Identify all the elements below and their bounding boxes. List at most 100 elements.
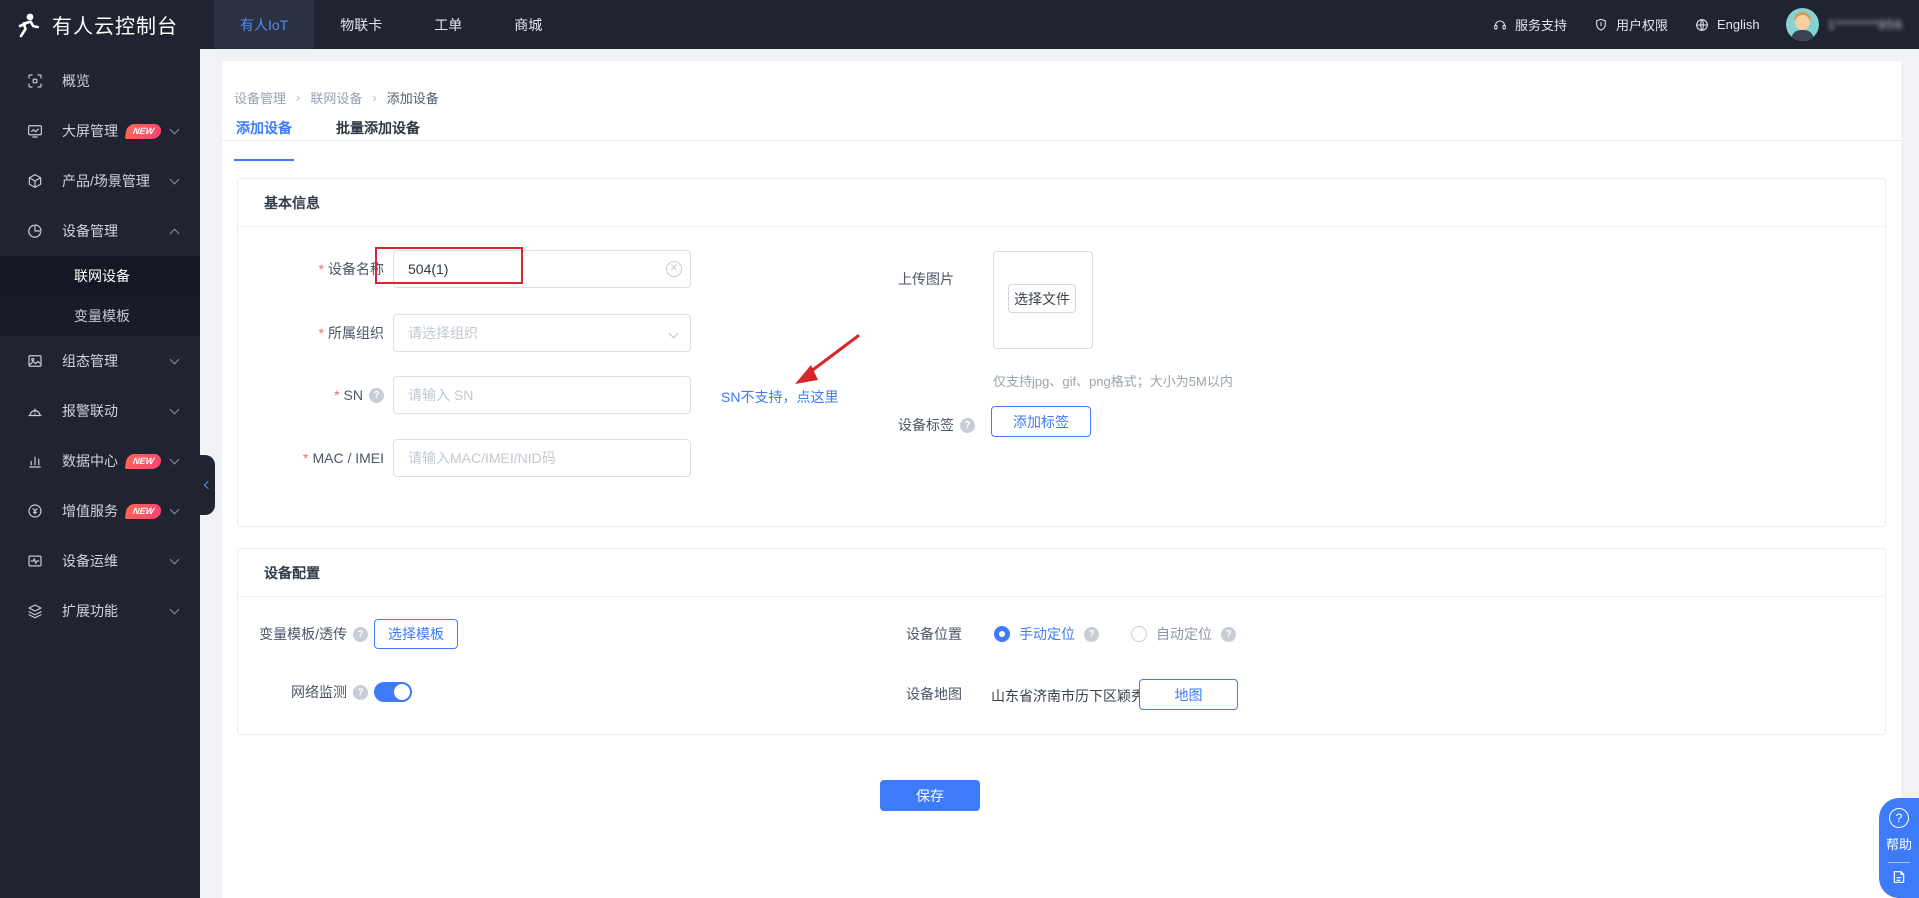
manual-location-help-icon[interactable] bbox=[1084, 626, 1099, 642]
device-map-address: 山东省济南市历下区颖秀路 bbox=[991, 688, 1159, 704]
sidebar-item-screen-mgmt[interactable]: 大屏管理 NEW bbox=[0, 106, 200, 156]
sidebar-item-product-mgmt[interactable]: 产品/场景管理 bbox=[0, 156, 200, 206]
logo[interactable]: 有人云控制台 bbox=[14, 0, 178, 49]
network-monitor-help-icon[interactable] bbox=[353, 684, 368, 700]
layers-icon bbox=[28, 604, 42, 619]
service-support[interactable]: 服务支持 bbox=[1492, 15, 1567, 34]
save-button[interactable]: 保存 bbox=[880, 780, 980, 811]
overview-icon bbox=[28, 74, 42, 88]
organization-label-text: 所属组织 bbox=[319, 323, 384, 343]
cube-icon bbox=[28, 174, 42, 188]
auto-location-help-icon[interactable] bbox=[1221, 626, 1236, 642]
sn-help-icon[interactable] bbox=[369, 387, 384, 403]
breadcrumb-separator: › bbox=[372, 90, 377, 105]
app-title: 有人云控制台 bbox=[52, 16, 178, 38]
sidebar-item-label: 产品/场景管理 bbox=[62, 173, 150, 189]
chevron-down-icon bbox=[169, 174, 180, 185]
account-phone[interactable]: 1*******956 bbox=[1828, 17, 1903, 32]
basic-info-card: 基本信息 设备名称 所属组织 请选择组织 SN SN不支持，点这里 MAC / … bbox=[237, 178, 1886, 527]
device-tag-help-icon[interactable] bbox=[960, 417, 975, 433]
choose-template-button[interactable]: 选择模板 bbox=[374, 619, 458, 649]
upload-image-label-text: 上传图片 bbox=[898, 271, 954, 287]
topnav-tab-ticket[interactable]: 工单 bbox=[408, 0, 488, 49]
sn-not-supported-link[interactable]: SN不支持，点这里 bbox=[721, 387, 838, 407]
auto-location-label[interactable]: 自动定位 bbox=[1156, 624, 1212, 644]
sn-input[interactable] bbox=[393, 376, 691, 414]
device-name-label: 设备名称 bbox=[238, 250, 384, 288]
device-tag-label: 设备标签 bbox=[898, 406, 976, 444]
topbar-right: 服务支持 用户权限 English 1*******956 bbox=[1492, 0, 1903, 49]
basic-info-title: 基本信息 bbox=[238, 179, 1885, 227]
value-added-icon bbox=[28, 504, 42, 518]
feedback-doc-icon[interactable] bbox=[1891, 869, 1907, 885]
sidebar-subitem-variable-templates[interactable]: 变量模板 bbox=[0, 296, 200, 336]
image-icon bbox=[28, 355, 42, 367]
sidebar-item-device-ops[interactable]: 设备运维 bbox=[0, 536, 200, 586]
sidebar-collapse-handle[interactable] bbox=[200, 455, 215, 515]
map-button[interactable]: 地图 bbox=[1139, 679, 1238, 710]
breadcrumb-separator: › bbox=[296, 90, 301, 105]
device-name-input[interactable] bbox=[393, 250, 691, 288]
variable-template-label: 变量模板/透传 bbox=[238, 619, 368, 649]
topnav-tab-iot[interactable]: 有人IoT bbox=[214, 0, 315, 49]
sidebar-item-label: 扩展功能 bbox=[62, 603, 118, 619]
manual-location-label[interactable]: 手动定位 bbox=[1019, 624, 1075, 644]
location-radio-group: 手动定位 自动定位 bbox=[994, 619, 1236, 649]
help-widget: 帮助 bbox=[1879, 798, 1919, 898]
topbar: 有人云控制台 有人IoT 物联卡 工单 商城 服务支持 用户权限 English… bbox=[0, 0, 1919, 49]
auto-location-radio[interactable] bbox=[1131, 626, 1147, 642]
sidebar-item-device-mgmt[interactable]: 设备管理 bbox=[0, 206, 200, 256]
sidebar-item-data-center[interactable]: 数据中心 NEW bbox=[0, 436, 200, 486]
user-permission[interactable]: 用户权限 bbox=[1593, 15, 1668, 34]
clear-input-icon[interactable] bbox=[666, 261, 682, 277]
language-label: English bbox=[1717, 17, 1760, 32]
breadcrumb-networked-devices[interactable]: 联网设备 bbox=[310, 88, 362, 107]
manual-location-radio[interactable] bbox=[994, 626, 1010, 642]
sidebar-item-value-added[interactable]: 增值服务 NEW bbox=[0, 486, 200, 536]
variable-template-help-icon[interactable] bbox=[353, 626, 368, 642]
globe-icon bbox=[1696, 18, 1708, 31]
choose-file-button[interactable]: 选择文件 bbox=[1008, 284, 1076, 313]
sidebar-item-alarm-linkage[interactable]: 报警联动 bbox=[0, 386, 200, 436]
sidebar-item-label: 增值服务 bbox=[62, 503, 118, 519]
sidebar-subitem-networked-devices[interactable]: 联网设备 bbox=[0, 256, 200, 296]
new-badge: NEW bbox=[124, 503, 163, 519]
chevron-down-icon bbox=[169, 554, 180, 565]
help-divider bbox=[1888, 862, 1910, 863]
sidebar-item-overview[interactable]: 概览 bbox=[0, 56, 200, 106]
sidebar: 概览 大屏管理 NEW 产品/场景管理 设备管理 联网设备 变量模板 组态管理 … bbox=[0, 49, 200, 898]
avatar[interactable] bbox=[1785, 8, 1819, 41]
help-question-icon[interactable] bbox=[1889, 808, 1909, 828]
mac-label: MAC / IMEI bbox=[238, 439, 384, 477]
sidebar-item-label: 组态管理 bbox=[62, 353, 118, 369]
screen-icon bbox=[28, 125, 42, 138]
tab-batch-add-device[interactable]: 批量添加设备 bbox=[334, 118, 422, 141]
sidebar-item-label: 设备管理 bbox=[62, 223, 118, 239]
sn-label-text: SN bbox=[334, 387, 363, 403]
network-monitor-label: 网络监测 bbox=[238, 677, 368, 707]
mac-input[interactable] bbox=[393, 439, 691, 477]
sidebar-item-label: 设备运维 bbox=[62, 553, 118, 569]
sidebar-item-scada-mgmt[interactable]: 组态管理 bbox=[0, 336, 200, 386]
chevron-left-icon bbox=[203, 480, 213, 490]
organization-select[interactable]: 请选择组织 bbox=[393, 314, 691, 352]
pie-chart-icon bbox=[28, 224, 42, 238]
topnav-tab-sim[interactable]: 物联卡 bbox=[314, 0, 408, 49]
breadcrumb-device-mgmt[interactable]: 设备管理 bbox=[234, 88, 286, 107]
language-switch[interactable]: English bbox=[1694, 17, 1760, 33]
sidebar-item-extensions[interactable]: 扩展功能 bbox=[0, 586, 200, 636]
network-monitor-toggle[interactable] bbox=[374, 682, 412, 702]
upload-hint: 仅支持jpg、gif、png格式；大小为5M以内 bbox=[993, 374, 1233, 389]
chevron-down-icon bbox=[169, 454, 180, 465]
device-mgmt-submenu: 联网设备 变量模板 bbox=[0, 256, 200, 336]
add-tag-button[interactable]: 添加标签 bbox=[991, 406, 1091, 437]
monitor-pulse-icon bbox=[28, 555, 42, 567]
account-menu[interactable]: 1*******956 bbox=[1785, 8, 1903, 41]
sidebar-item-label: 报警联动 bbox=[62, 403, 118, 419]
tab-add-device[interactable]: 添加设备 bbox=[234, 118, 294, 161]
network-monitor-label-text: 网络监测 bbox=[291, 684, 347, 700]
help-label[interactable]: 帮助 bbox=[1886, 834, 1912, 853]
sn-label: SN bbox=[238, 376, 384, 414]
topnav-tab-mall[interactable]: 商城 bbox=[488, 0, 568, 49]
sidebar-item-label: 大屏管理 bbox=[62, 123, 118, 139]
